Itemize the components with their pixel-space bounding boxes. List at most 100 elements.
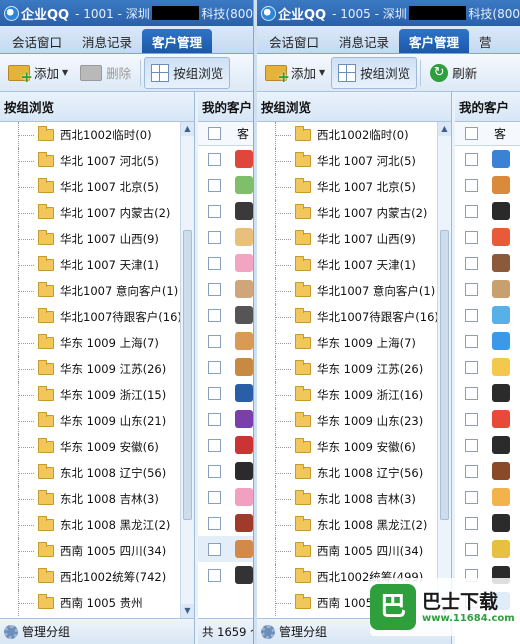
row-checkbox[interactable] (465, 334, 478, 348)
group-node[interactable]: 东北 1008 吉林(3) (257, 486, 437, 512)
row-checkbox[interactable] (465, 516, 478, 530)
customer-row[interactable] (198, 146, 253, 172)
row-checkbox[interactable] (465, 542, 478, 556)
group-node[interactable]: 华东 1009 浙江(15) (0, 382, 180, 408)
refresh-button[interactable]: ↻ 刷新 (424, 57, 483, 89)
group-node[interactable]: 华东 1009 上海(7) (0, 330, 180, 356)
row-checkbox[interactable] (208, 490, 221, 504)
customer-row[interactable] (455, 276, 520, 302)
group-node[interactable]: 华北 1007 山西(9) (257, 226, 437, 252)
group-node[interactable]: 华北 1007 天津(1) (0, 252, 180, 278)
row-checkbox[interactable] (208, 256, 221, 270)
customer-row[interactable] (198, 406, 253, 432)
group-node[interactable]: 华北 1007 北京(5) (257, 174, 437, 200)
group-node[interactable]: 华东 1009 浙江(16) (257, 382, 437, 408)
tab-customers[interactable]: 客户管理 (142, 29, 213, 53)
customer-row[interactable] (455, 198, 520, 224)
group-node[interactable]: 东北 1008 吉林(3) (0, 486, 180, 512)
customer-row[interactable] (198, 458, 253, 484)
customer-row[interactable] (198, 276, 253, 302)
tree-scrollbar[interactable]: ▲ ▼ (180, 122, 194, 618)
row-checkbox[interactable] (465, 256, 478, 270)
row-checkbox[interactable] (208, 464, 221, 478)
row-checkbox[interactable] (208, 542, 221, 556)
group-node[interactable]: 华北1007待跟客户(16) (257, 304, 437, 330)
row-checkbox[interactable] (465, 386, 478, 400)
group-node[interactable]: 华北 1007 天津(1) (257, 252, 437, 278)
add-button[interactable]: 添加 ▼ (2, 57, 74, 89)
customer-row[interactable] (198, 328, 253, 354)
customer-row[interactable] (198, 536, 253, 562)
row-checkbox[interactable] (465, 412, 478, 426)
row-checkbox[interactable] (208, 204, 221, 218)
customer-row[interactable] (455, 328, 520, 354)
customer-row[interactable] (198, 172, 253, 198)
customer-row[interactable] (198, 198, 253, 224)
customer-row[interactable] (198, 250, 253, 276)
group-node[interactable]: 华北 1007 山西(9) (0, 226, 180, 252)
customer-row[interactable] (198, 224, 253, 250)
tab-session[interactable]: 会话窗口 (259, 29, 329, 53)
group-node[interactable]: 华东 1009 山东(23) (257, 408, 437, 434)
row-checkbox[interactable] (208, 360, 221, 374)
row-checkbox[interactable] (208, 412, 221, 426)
scroll-thumb[interactable] (440, 230, 449, 520)
customer-row[interactable] (198, 380, 253, 406)
group-node[interactable]: 东北 1008 辽宁(56) (257, 460, 437, 486)
customer-row[interactable] (455, 354, 520, 380)
row-checkbox[interactable] (465, 230, 478, 244)
group-node[interactable]: 华北 1007 河北(5) (257, 148, 437, 174)
group-node[interactable]: 东北 1008 黑龙江(2) (257, 512, 437, 538)
customer-row[interactable] (455, 432, 520, 458)
select-all-checkbox[interactable] (465, 127, 478, 140)
group-node[interactable]: 华北 1007 内蒙古(2) (0, 200, 180, 226)
scroll-down-icon[interactable]: ▼ (181, 604, 194, 618)
customer-row[interactable] (455, 172, 520, 198)
customer-row[interactable] (198, 432, 253, 458)
tab-history[interactable]: 消息记录 (329, 29, 399, 53)
group-node[interactable]: 华东 1009 安徽(6) (0, 434, 180, 460)
customer-row[interactable] (198, 354, 253, 380)
customer-row[interactable] (455, 146, 520, 172)
row-checkbox[interactable] (465, 204, 478, 218)
tab-marketing[interactable]: 营 (469, 29, 502, 53)
manage-groups-button[interactable]: 管理分组 (0, 618, 194, 644)
row-checkbox[interactable] (465, 282, 478, 296)
row-checkbox[interactable] (208, 152, 221, 166)
group-node[interactable]: 西南 1005 贵州 (0, 590, 180, 616)
customer-row[interactable] (455, 302, 520, 328)
add-button[interactable]: 添加 ▼ (259, 57, 331, 89)
group-node[interactable]: 华北 1007 河北(5) (0, 148, 180, 174)
customer-row[interactable] (455, 224, 520, 250)
group-node[interactable]: 华北1007 意向客户(1) (257, 278, 437, 304)
group-node[interactable]: 西北1002临时(0) (257, 122, 437, 148)
group-node[interactable]: 西南 1005 四川(34) (0, 538, 180, 564)
row-checkbox[interactable] (208, 438, 221, 452)
group-node[interactable]: 西北1002临时(0) (0, 122, 180, 148)
customer-row[interactable] (198, 562, 253, 588)
tab-session[interactable]: 会话窗口 (2, 29, 72, 53)
select-all-checkbox[interactable] (208, 127, 221, 140)
row-checkbox[interactable] (465, 490, 478, 504)
tab-customers[interactable]: 客户管理 (399, 29, 470, 53)
row-checkbox[interactable] (465, 178, 478, 192)
row-checkbox[interactable] (465, 308, 478, 322)
customer-row[interactable] (455, 510, 520, 536)
scroll-up-icon[interactable]: ▲ (181, 122, 194, 136)
row-checkbox[interactable] (465, 152, 478, 166)
group-node[interactable]: 华东 1009 上海(7) (257, 330, 437, 356)
browse-by-group-button[interactable]: 按组浏览 (331, 56, 418, 89)
customer-row[interactable] (455, 484, 520, 510)
group-node[interactable]: 西北1002统筹(742) (0, 564, 180, 590)
group-node[interactable]: 华东 1009 安徽(6) (257, 434, 437, 460)
row-checkbox[interactable] (208, 386, 221, 400)
customer-row[interactable] (198, 510, 253, 536)
group-node[interactable]: 华北1007待跟客户(16) (0, 304, 180, 330)
scroll-thumb[interactable] (183, 230, 192, 520)
customer-row[interactable] (455, 536, 520, 562)
scroll-up-icon[interactable]: ▲ (438, 122, 451, 136)
delete-button[interactable]: 删除 (74, 57, 137, 89)
customer-row[interactable] (198, 302, 253, 328)
group-node[interactable]: 华东 1009 江苏(26) (257, 356, 437, 382)
row-checkbox[interactable] (208, 568, 221, 582)
